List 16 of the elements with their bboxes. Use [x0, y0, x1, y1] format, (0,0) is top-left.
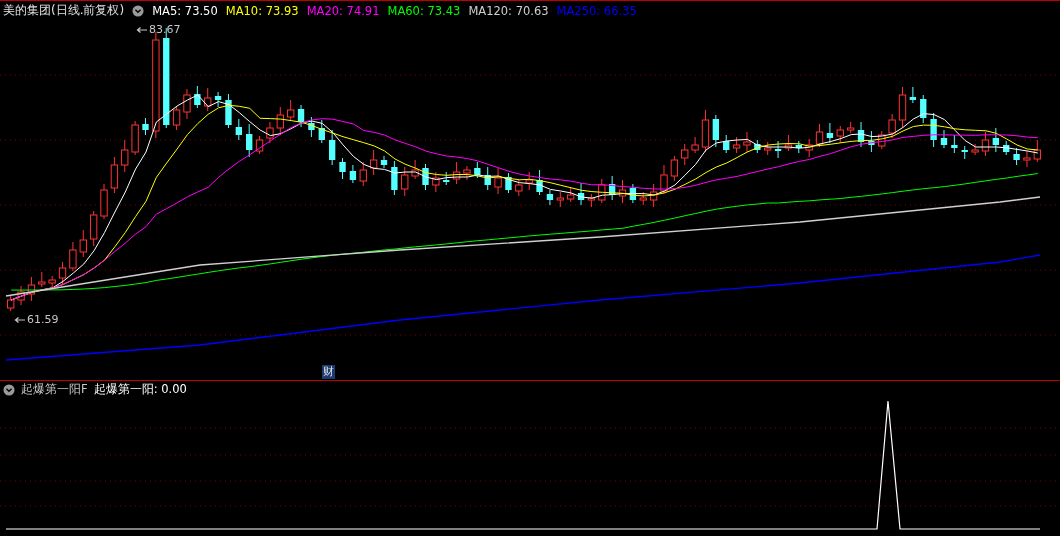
moving-average-reading: MA10: 73.93 — [225, 3, 299, 18]
indicator-name: 起爆第一阳F — [21, 382, 88, 397]
dropdown-icon[interactable] — [3, 383, 15, 396]
moving-average-reading: MA120: 70.63 — [468, 3, 549, 18]
moving-average-reading: MA60: 73.43 — [387, 3, 461, 18]
moving-average-reading: MA5: 73.50 — [152, 3, 218, 18]
indicator-reading: 起爆第一阳: 0.00 — [93, 382, 187, 397]
finance-badge[interactable]: 财 — [322, 365, 335, 379]
moving-average-reading: MA20: 74.91 — [306, 3, 380, 18]
moving-average-reading: MA250: 66.35 — [556, 3, 637, 18]
leader-line — [14, 315, 26, 324]
low-price-label: 61.59 — [27, 313, 59, 326]
high-price-label: 83.67 — [149, 23, 181, 36]
stock-title: 美的集团(日线.前复权) — [3, 2, 125, 19]
leader-line — [136, 25, 148, 34]
dropdown-icon[interactable] — [132, 4, 145, 17]
